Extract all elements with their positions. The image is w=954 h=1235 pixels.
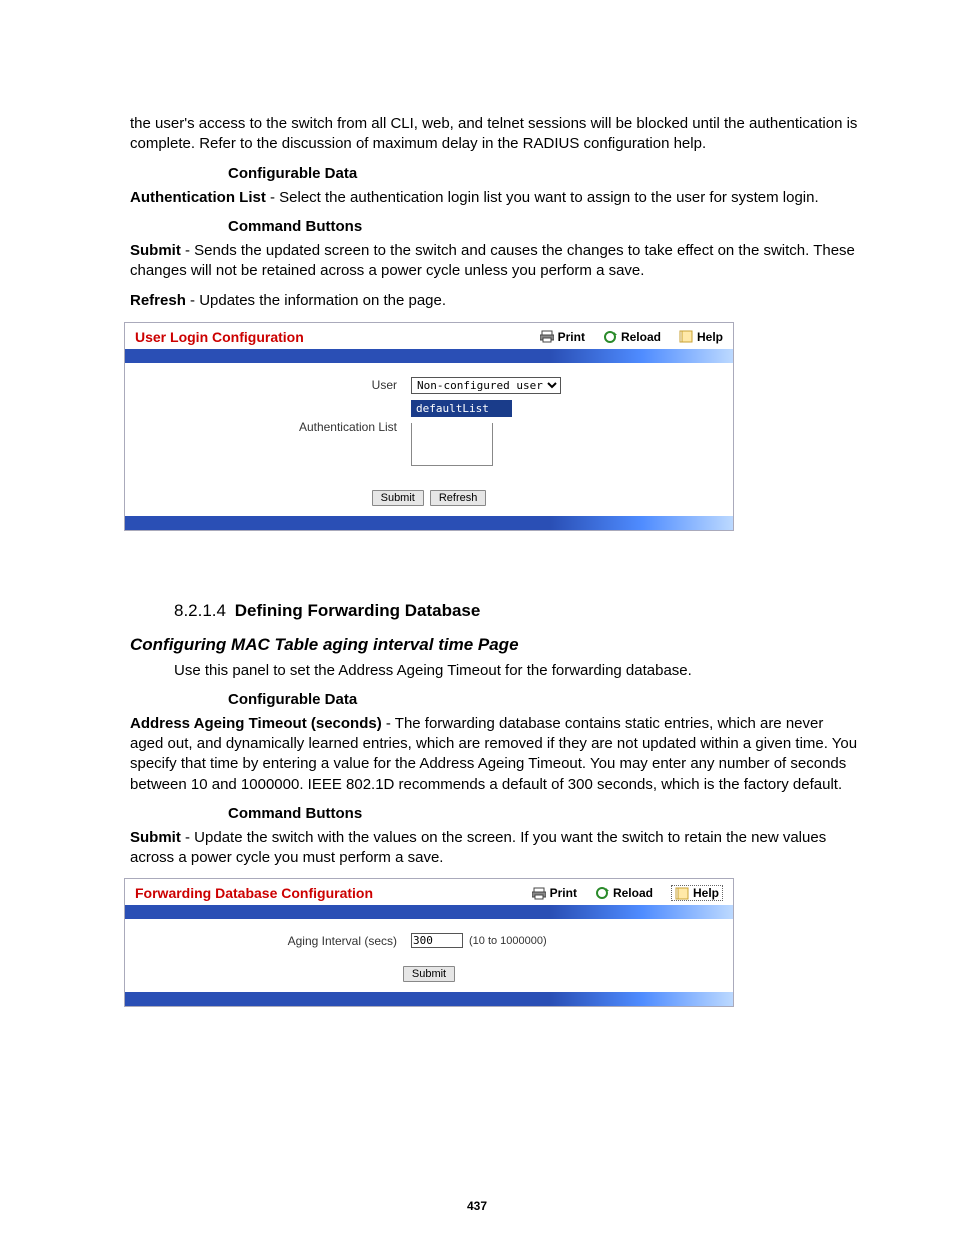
panel-body: User Non-configured user Authentication …: [125, 363, 733, 516]
configurable-data-heading: Configurable Data: [228, 165, 858, 182]
panel2-header: Forwarding Database Configuration Print …: [125, 879, 733, 905]
reload-label: Reload: [621, 330, 661, 344]
user-login-config-panel: User Login Configuration Print Reload: [124, 322, 734, 531]
printer-icon: [532, 887, 546, 900]
panel-title: User Login Configuration: [135, 329, 522, 345]
refresh-button[interactable]: Refresh: [430, 490, 487, 506]
help-label: Help: [697, 330, 723, 344]
panel-footer-strip: [125, 516, 733, 530]
submit2-description: Submit - Update the switch with the valu…: [130, 828, 858, 869]
submit2-desc-text: - Update the switch with the values on t…: [130, 829, 826, 866]
refresh-desc-text: - Updates the information on the page.: [186, 292, 446, 309]
forwarding-db-config-panel: Forwarding Database Configuration Print …: [124, 878, 734, 1007]
subsection-heading: Configuring MAC Table aging interval tim…: [130, 635, 858, 655]
authentication-list-description: Authentication List - Select the authent…: [130, 188, 858, 208]
address-ageing-description: Address Ageing Timeout (seconds) - The f…: [130, 714, 858, 795]
page-number: 437: [0, 1199, 954, 1213]
help-label-2: Help: [693, 886, 719, 900]
help-icon: [679, 330, 693, 343]
print-button[interactable]: Print: [540, 330, 585, 344]
submit-description: Submit - Sends the updated screen to the…: [130, 241, 858, 282]
intro-paragraph: the user's access to the switch from all…: [130, 114, 858, 155]
help-button[interactable]: Help: [679, 330, 723, 344]
help-button-2[interactable]: Help: [671, 885, 723, 901]
auth-list-bold: Authentication List: [130, 189, 266, 206]
refresh-bold: Refresh: [130, 292, 186, 309]
reload-icon: [603, 330, 617, 344]
address-ageing-bold: Address Ageing Timeout (seconds): [130, 715, 382, 732]
auth-field-label: Authentication List: [135, 400, 411, 434]
submit-desc-text: - Sends the updated screen to the switch…: [130, 242, 855, 279]
submit-bold: Submit: [130, 242, 181, 259]
reload-label-2: Reload: [613, 886, 653, 900]
print-label: Print: [558, 330, 585, 344]
print-button-2[interactable]: Print: [532, 886, 577, 900]
reload-button[interactable]: Reload: [603, 330, 661, 344]
reload-icon: [595, 886, 609, 900]
panel2-title: Forwarding Database Configuration: [135, 885, 514, 901]
submit2-bold: Submit: [130, 829, 181, 846]
aging-interval-input[interactable]: [411, 933, 463, 948]
panel-separator: [125, 349, 733, 363]
section-number: 8.2.1.4: [174, 601, 226, 620]
submit-button-2[interactable]: Submit: [403, 966, 455, 982]
panel-header: User Login Configuration Print Reload: [125, 323, 733, 349]
aging-interval-label: Aging Interval (secs): [135, 934, 411, 948]
printer-icon: [540, 330, 554, 343]
help-icon: [675, 887, 689, 900]
auth-list-desc: - Select the authentication login list y…: [266, 189, 819, 206]
submit-button[interactable]: Submit: [372, 490, 424, 506]
reload-button-2[interactable]: Reload: [595, 886, 653, 900]
refresh-description: Refresh - Updates the information on the…: [130, 291, 858, 311]
print-label-2: Print: [550, 886, 577, 900]
section-heading: 8.2.1.4 Defining Forwarding Database: [174, 601, 858, 621]
panel2-separator: [125, 905, 733, 919]
section-title: Defining Forwarding Database: [235, 601, 481, 620]
command-buttons-heading-2: Command Buttons: [228, 805, 858, 822]
subsection-intro: Use this panel to set the Address Ageing…: [174, 661, 858, 681]
command-buttons-heading: Command Buttons: [228, 218, 858, 235]
user-select[interactable]: Non-configured user: [411, 377, 561, 394]
auth-listbox[interactable]: defaultList: [411, 400, 512, 417]
panel2-footer-strip: [125, 992, 733, 1006]
aging-interval-range: (10 to 1000000): [469, 935, 547, 947]
panel2-body: Aging Interval (secs) (10 to 1000000) Su…: [125, 919, 733, 992]
configurable-data-heading-2: Configurable Data: [228, 691, 858, 708]
user-field-label: User: [135, 378, 411, 392]
